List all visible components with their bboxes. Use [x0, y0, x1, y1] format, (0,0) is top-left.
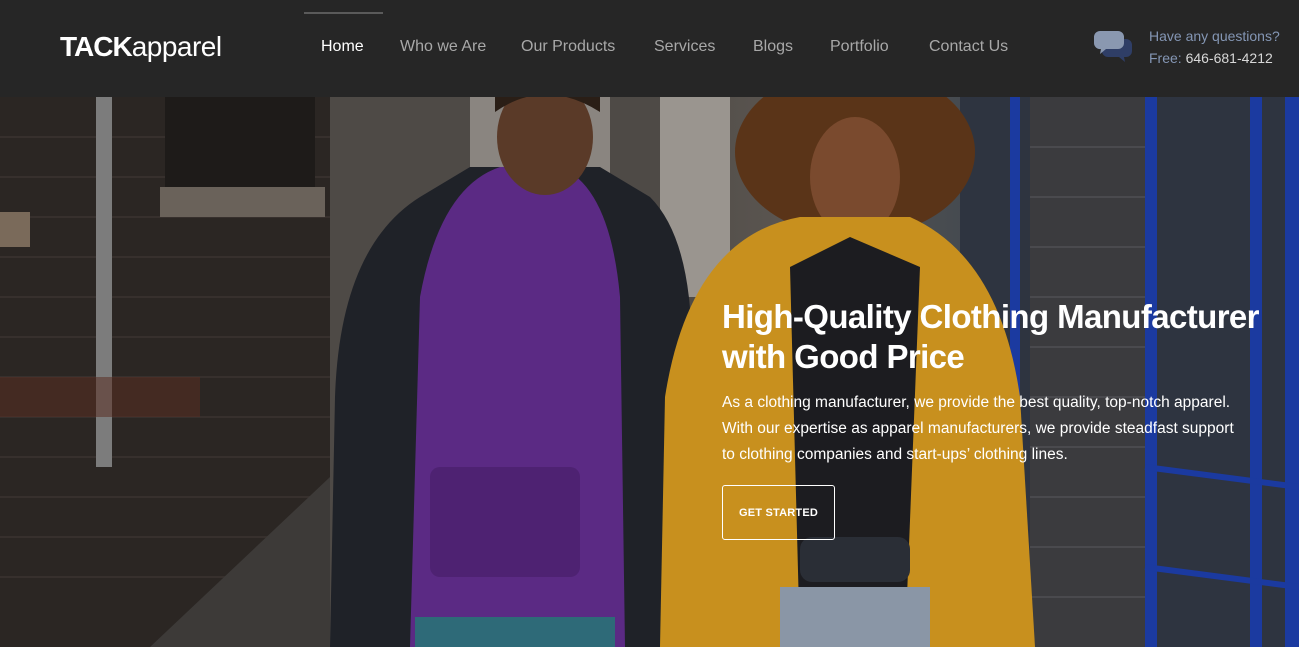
active-nav-indicator	[304, 12, 383, 14]
phone-number[interactable]: 646-681-4212	[1186, 50, 1273, 66]
nav-contact-us[interactable]: Contact Us	[929, 37, 1008, 57]
contact-info: Have any questions? Free: 646-681-4212	[1094, 26, 1299, 70]
hero-text-block: High-Quality Clothing Manufacturer with …	[722, 297, 1292, 468]
hero-description-line-1: As a clothing manufacturer, we provide t…	[722, 394, 1231, 411]
hero-title-line-2: with Good Price	[722, 338, 965, 375]
free-label: Free:	[1149, 50, 1182, 66]
nav-portfolio[interactable]: Portfolio	[830, 37, 889, 57]
contact-phone-row: Free: 646-681-4212	[1149, 49, 1273, 67]
nav-who-we-are[interactable]: Who we Are	[400, 37, 486, 57]
hero-description-line-2: With our expertise as apparel manufactur…	[722, 420, 1234, 437]
nav-blogs[interactable]: Blogs	[753, 37, 793, 57]
nav-home[interactable]: Home	[321, 37, 364, 57]
logo-bold-text: TACK	[60, 31, 133, 62]
hero-description: As a clothing manufacturer, we provide t…	[722, 390, 1292, 468]
hero-title-line-1: High-Quality Clothing Manufacturer	[722, 298, 1260, 335]
get-started-button[interactable]: GET STARTED	[722, 485, 835, 540]
hero-banner: High-Quality Clothing Manufacturer with …	[0, 97, 1299, 647]
logo[interactable]: TACKapparel	[60, 30, 222, 64]
site-header: TACKapparel Home Who we Are Our Products…	[0, 0, 1299, 97]
nav-services[interactable]: Services	[654, 37, 715, 57]
nav-our-products[interactable]: Our Products	[521, 37, 615, 57]
hero-title: High-Quality Clothing Manufacturer with …	[722, 297, 1292, 377]
chat-bubbles-icon	[1094, 31, 1132, 62]
logo-light-text: apparel	[131, 31, 222, 62]
hero-description-line-3: to clothing companies and start-ups’ clo…	[722, 446, 1068, 463]
contact-question: Have any questions?	[1149, 28, 1280, 44]
